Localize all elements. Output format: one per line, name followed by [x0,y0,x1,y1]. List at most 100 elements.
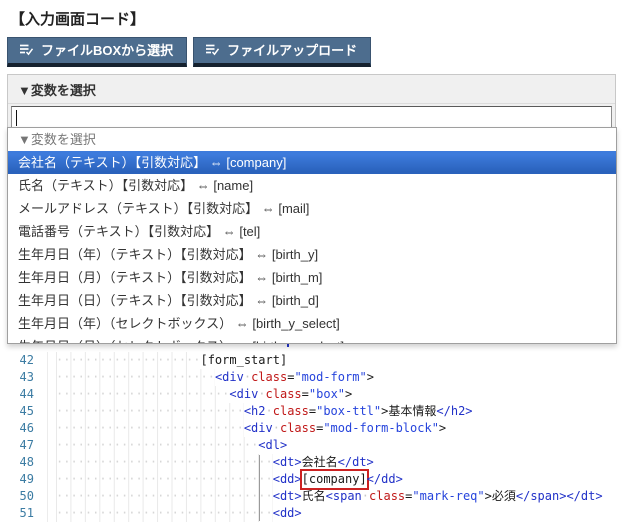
variable-option[interactable]: 電話番号（テキスト）【引数対応】 ⇔ [tel] [8,220,616,243]
line-number: 46 [0,420,48,437]
code-line: 44 ························ <div · class = "bo… [0,386,623,403]
file-upload-label: ファイルアップロード [227,43,358,58]
filebox-select-button[interactable]: ファイルBOXから選択 [7,37,188,67]
variable-option[interactable]: メールアドレス（テキスト）【引数対応】 ⇔ [mail] [8,197,616,220]
code-line: 47 ···························· <dl> [0,437,623,454]
code-token-plain: > [345,387,353,401]
code-token-ws: · [361,489,370,503]
indent-whitespace: ·························· [56,403,244,420]
indent-whitespace: ······························ [56,488,273,505]
code-token-attr: class [279,421,317,435]
code-token-attr: class [251,370,288,384]
code-token-tag: <div [229,387,259,401]
code-token-str: "mod-form" [294,370,367,384]
code-token-ws: · [243,370,252,384]
code-token-tag: <dt> [272,489,302,503]
variable-option[interactable]: 生年月日（日）（テキスト）【引数対応】 ⇔ [birth_d] [8,289,616,312]
code-token-tag: </span> [515,489,567,503]
variable-option[interactable]: 会社名（テキスト）【引数対応】 ⇔ [company] [8,151,616,174]
code-token-tag: </dd> [366,472,403,486]
code-token-tag: <dl> [258,438,288,452]
code-token-plain: [form_start] [200,353,288,367]
code-token-boxed: [company] [299,469,369,490]
code-token-plain: 氏名 [301,489,326,503]
code-token-plain: = [308,404,317,418]
indent-whitespace: ······························ [56,471,273,488]
code-token-str: "box" [308,387,346,401]
variable-options-list: ▼変数を選択 会社名（テキスト）【引数対応】 ⇔ [company] 氏名（テキスト… [8,128,616,343]
line-number: 45 [0,403,48,420]
variable-options-dropdown: ▼変数を選択 会社名（テキスト）【引数対応】 ⇔ [company] 氏名（テキスト… [7,127,617,344]
code-token-attr: class [265,387,302,401]
code-token-attr: class [369,489,406,503]
variable-option[interactable]: 氏名（テキスト）【引数対応】 ⇔ [name] [8,174,616,197]
indent-whitespace: ···························· [56,437,259,454]
code-token-plain: > [438,421,447,435]
line-number: 44 [0,386,48,403]
code-token-plain: = [405,489,413,503]
code-token-plain: > [366,370,374,384]
indent-whitespace: ···················· [56,352,201,369]
code-line: 50 ······························ <dt> 氏名 <s… [0,488,623,505]
variable-option[interactable]: 生年月日（年）（テキスト）【引数対応】 ⇔ [birth_y] [8,243,616,266]
indent-whitespace: ······················ [56,369,215,386]
code-line: 42 ···················· [form_start] [0,352,623,369]
code-token-tag: </dt> [566,489,603,503]
line-number: 50 [0,488,48,505]
variable-option[interactable]: 生年月日（月）（テキスト）【引数対応】 ⇔ [birth_m] [8,266,616,289]
indent-whitespace: ·························· [56,420,244,437]
line-number: 42 [0,352,48,369]
code-token-tag: </h2> [436,404,473,418]
code-token-plain: > [381,404,389,418]
code-token-str: "mod-form-block" [323,421,439,435]
file-upload-button[interactable]: ファイルアップロード [193,37,372,67]
variable-select-panel: ▼変数を選択 [7,74,616,130]
code-token-plain: 会社名 [301,455,338,469]
active-indent-guide [259,455,261,521]
code-token-plain: = [316,421,324,435]
code-token-tag: <span [325,489,362,503]
code-token-str: "mark-req" [412,489,485,503]
code-lines: 42 ···················· [form_start] 43 ····… [0,352,623,522]
list-check-icon [205,43,220,56]
filebox-select-label: ファイルBOXから選択 [41,43,174,58]
code-line: 45 ·························· <h2 · class = "b… [0,403,623,420]
line-number: 51 [0,505,48,522]
code-token-tag: <div [214,370,244,384]
indent-whitespace: ························ [56,386,230,403]
line-number: 49 [0,471,48,488]
code-token-tag: <dd> [272,472,302,486]
code-token-plain: 基本情報 [388,404,437,418]
code-line: 48 ······························ <dt> 会社名 <… [0,454,623,471]
code-token-ws: · [258,387,266,401]
line-number: 43 [0,369,48,386]
variable-option[interactable]: 生年月日（年）（セレクトボックス） ⇔ [birth_y_select] [8,312,616,335]
code-token-tag: <dd> [272,506,302,520]
code-token-tag: </dt> [337,455,374,469]
code-editor[interactable]: 42 ···················· [form_start] 43 ····… [0,350,623,523]
variable-option[interactable]: ▼変数を選択 [8,128,616,151]
line-number: 48 [0,454,48,471]
code-line: 43 ······················ <div · class = "mod-… [0,369,623,386]
code-line: 49 ······························ <dd> [com… [0,469,623,490]
code-line: 46 ·························· <div · class = "… [0,420,623,437]
code-token-str: "box-ttl" [316,404,382,418]
code-token-plain: > [484,489,492,503]
code-token-plain: 必須 [491,489,516,503]
code-line: 51 ······························ <dd> [0,505,623,522]
indent-whitespace: ······························ [56,505,273,522]
code-token-ws: · [265,404,273,418]
variable-option[interactable]: 生年月日（月）（セレクトボックス） ⇔ [birth_m_select] [8,335,616,343]
code-token-ws: · [272,421,280,435]
toolbar: ファイルBOXから選択 ファイルアップロード [7,37,372,67]
code-token-plain: = [287,370,295,384]
code-token-attr: class [272,404,309,418]
list-check-icon [19,43,34,56]
code-token-tag: <div [243,421,273,435]
indent-whitespace: ······························ [56,454,273,471]
code-token-plain: = [301,387,309,401]
code-token-tag: <h2 [243,404,266,418]
page-title: 【入力画面コード】 [10,11,146,28]
variable-select-header[interactable]: ▼変数を選択 [8,75,615,104]
code-token-tag: <dt> [272,455,302,469]
